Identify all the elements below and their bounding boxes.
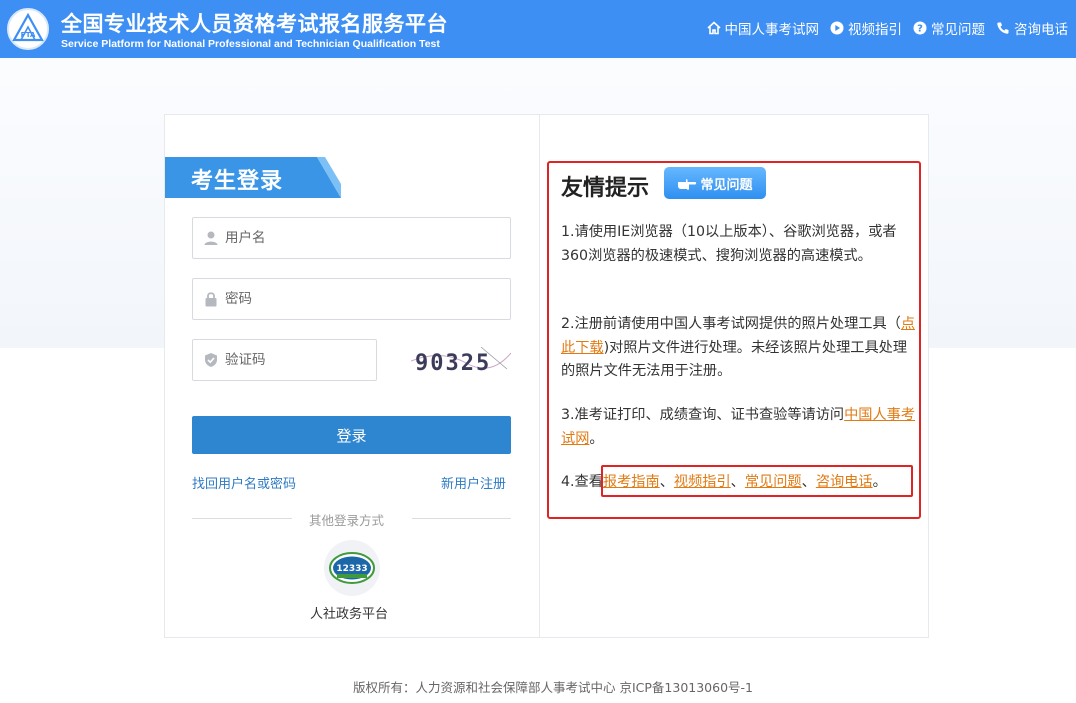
footer-copyright: 版权所有：人力资源和社会保障部人事考试中心 京ICP备13013060号-1 bbox=[352, 680, 753, 695]
nav-faq[interactable]: ? 常见问题 bbox=[913, 18, 985, 38]
play-icon bbox=[830, 21, 844, 35]
nav-cpta-site[interactable]: 中国人事考试网 bbox=[706, 18, 820, 38]
captcha-input[interactable] bbox=[225, 352, 365, 368]
nav-label: 咨询电话 bbox=[1014, 22, 1068, 38]
top-header: PTA 全国专业技术人员资格考试报名服务平台 Service Platform … bbox=[0, 0, 1076, 58]
tip-2-text: 2.注册前请使用中国人事考试网提供的照片处理工具（ bbox=[561, 316, 901, 332]
nav-label: 中国人事考试网 bbox=[724, 22, 820, 38]
question-icon: ? bbox=[913, 21, 927, 35]
vertical-divider bbox=[539, 115, 540, 637]
nav-label: 常见问题 bbox=[931, 22, 985, 38]
faq-button-label: 常见问题 bbox=[700, 177, 753, 193]
login-tab: 考生登录 bbox=[165, 157, 341, 198]
nav-video-guide[interactable]: 视频指引 bbox=[830, 18, 902, 38]
divider-line-left bbox=[192, 518, 292, 519]
divider-line-right bbox=[412, 518, 511, 519]
nav-label: 视频指引 bbox=[848, 22, 902, 38]
header-nav: 中国人事考试网 视频指引 ? 常见问题 咨询电话 bbox=[706, 18, 1068, 38]
tip-2: 2.注册前请使用中国人事考试网提供的照片处理工具（点此下载)对照片文件进行处理。… bbox=[561, 313, 917, 384]
tips-panel: 友情提示 常见问题 1.请使用IE浏览器（10以上版本）、谷歌浏览器，或者360… bbox=[547, 161, 921, 519]
tip-4-text: 4.查看 bbox=[561, 474, 603, 490]
username-input[interactable] bbox=[225, 230, 465, 246]
faq-button[interactable]: 常见问题 bbox=[664, 167, 766, 199]
gov-platform-label: 人社政务平台 bbox=[310, 607, 389, 622]
shield-icon bbox=[205, 353, 217, 367]
tip-1: 1.请使用IE浏览器（10以上版本）、谷歌浏览器，或者360浏览器的极速模式、搜… bbox=[561, 224, 897, 264]
password-input[interactable] bbox=[225, 291, 465, 307]
tip-3: 3.准考证打印、成绩查询、证书查验等请访问中国人事考试网。 bbox=[561, 404, 917, 451]
tip-4-highlight-box bbox=[601, 465, 913, 497]
forgot-credentials-link[interactable]: 找回用户名或密码 bbox=[192, 473, 296, 492]
user-icon bbox=[204, 231, 218, 245]
captcha-image[interactable]: 90325 bbox=[410, 339, 512, 379]
lock-icon bbox=[205, 292, 217, 307]
tip-3-text: 3.准考证打印、成绩查询、证书查验等请访问 bbox=[561, 407, 845, 423]
register-link[interactable]: 新用户注册 bbox=[441, 473, 506, 492]
svg-text:?: ? bbox=[917, 24, 923, 35]
main-card: 考生登录 90325 登录 找回用户名或密码 新用户注册 其他登录方式 1233… bbox=[164, 114, 929, 638]
login-button[interactable]: 登录 bbox=[192, 416, 511, 454]
tips-title: 友情提示 bbox=[561, 176, 650, 201]
pta-logo: PTA bbox=[7, 8, 49, 50]
login-tab-title: 考生登录 bbox=[191, 169, 284, 194]
home-icon bbox=[706, 21, 721, 35]
phone-icon bbox=[997, 22, 1009, 34]
site-subtitle: Service Platform for National Profession… bbox=[61, 38, 440, 50]
other-login-methods: 其他登录方式 bbox=[309, 513, 385, 528]
username-field bbox=[192, 217, 511, 259]
pointing-hand-icon bbox=[678, 179, 697, 190]
tip-2-text-end: )对照片文件进行处理。未经该照片处理工具处理的照片文件无法用于注册。 bbox=[561, 339, 908, 380]
gov-platform-icon[interactable]: 12333 bbox=[324, 540, 380, 596]
site-title: 全国专业技术人员资格考试报名服务平台 bbox=[61, 12, 448, 36]
nav-hotline[interactable]: 咨询电话 bbox=[996, 18, 1068, 38]
logo-text: PTA bbox=[21, 31, 36, 39]
gov-badge-text: 12333 bbox=[336, 564, 367, 574]
captcha-text: 90325 bbox=[415, 351, 491, 376]
tip-3-end: 。 bbox=[589, 430, 604, 447]
password-field bbox=[192, 278, 511, 320]
captcha-field bbox=[192, 339, 377, 381]
